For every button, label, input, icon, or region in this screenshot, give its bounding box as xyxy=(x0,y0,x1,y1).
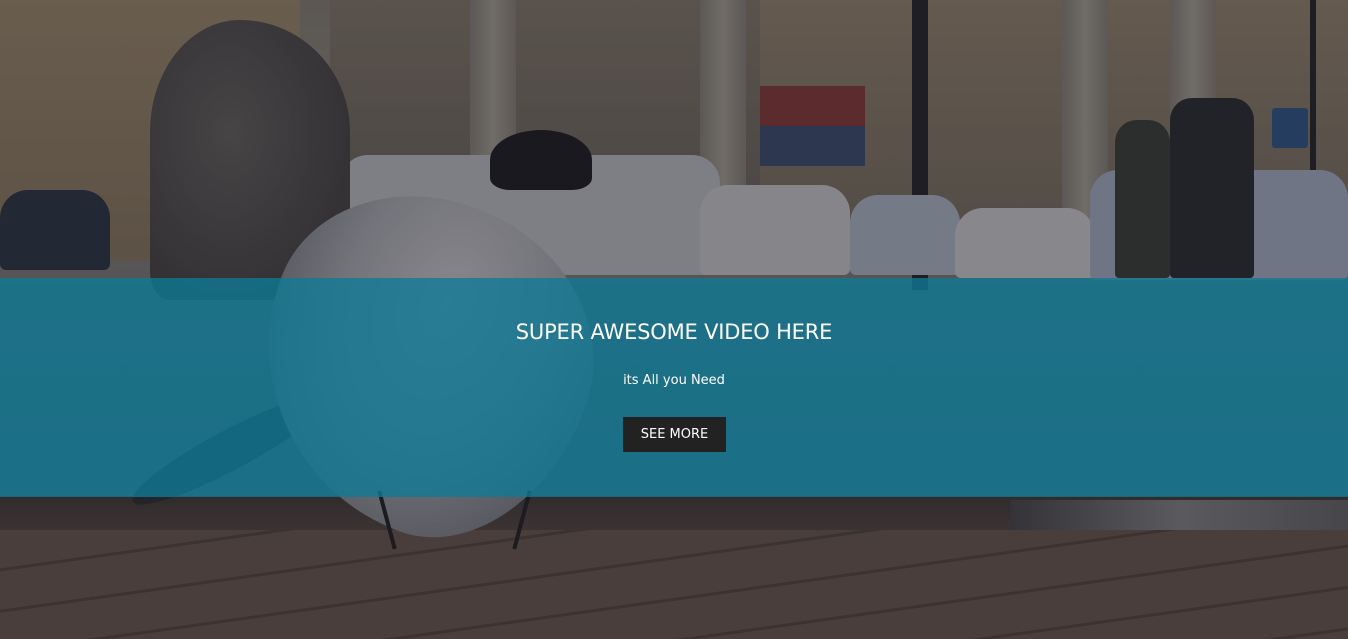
video-hero: SUPER AWESOME VIDEO HERE its All you Nee… xyxy=(0,0,1348,639)
caption-band: SUPER AWESOME VIDEO HERE its All you Nee… xyxy=(0,278,1348,497)
caption-content: SUPER AWESOME VIDEO HERE its All you Nee… xyxy=(0,278,1348,497)
hero-subtitle: its All you Need xyxy=(623,373,725,388)
see-more-button[interactable]: SEE MORE xyxy=(623,417,726,452)
hero-title: SUPER AWESOME VIDEO HERE xyxy=(515,320,833,344)
